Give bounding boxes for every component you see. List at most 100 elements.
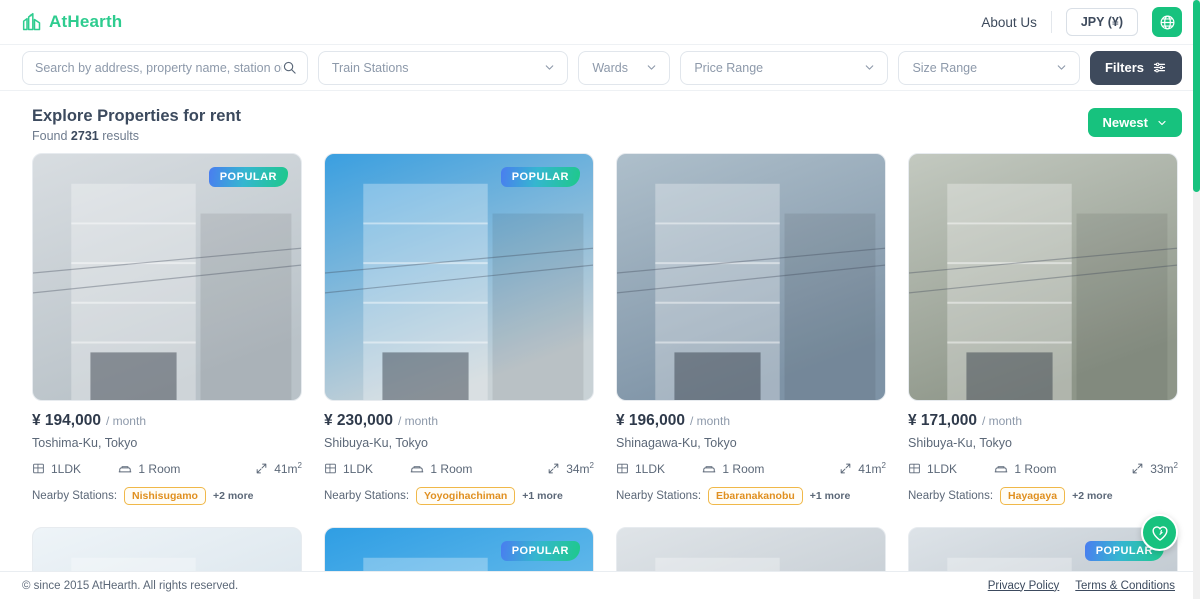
wards-select[interactable]: Wards [578, 50, 671, 85]
spec-layout: 1LDK [32, 462, 81, 476]
privacy-policy-link[interactable]: Privacy Policy [988, 580, 1060, 592]
station-tag[interactable]: Yoyogihachiman [416, 487, 516, 506]
property-card[interactable]: ¥ 196,000/ month Shinagawa-Ku, Tokyo 1LDK 1… [616, 153, 886, 506]
property-stations: Nearby Stations: Ebaranakanobu +1 more [616, 487, 886, 506]
spec-layout: 1LDK [324, 462, 373, 476]
resize-arrows-icon [1132, 463, 1143, 474]
property-photo [33, 154, 301, 401]
station-more-link[interactable]: +1 more [810, 490, 851, 502]
site-header: AtHearth About Us JPY (¥) [0, 0, 1200, 44]
popular-badge: POPULAR [208, 167, 288, 188]
sort-dropdown-button[interactable]: Newest [1088, 108, 1182, 137]
station-more-link[interactable]: +1 more [522, 490, 563, 502]
price-period: / month [105, 414, 146, 429]
price-period: / month [397, 414, 438, 429]
property-image[interactable] [908, 153, 1178, 402]
property-price: ¥ 194,000 / month [32, 412, 302, 430]
property-image[interactable]: POPULAR [324, 153, 594, 402]
header-divider [1050, 11, 1052, 33]
floorplan-icon [325, 463, 336, 474]
size-range-label: Size Range [912, 60, 978, 75]
price-value: ¥ 171,000 [908, 412, 977, 430]
property-card[interactable]: ¥ 171,000 / month Shibuya-Ku, Tokyo 1LDK 1 R… [908, 153, 1178, 506]
bed-icon [703, 465, 716, 473]
property-photo [325, 154, 593, 401]
rooms-value: 1 Room [1014, 461, 1057, 476]
property-stations: Nearby Stations: Yoyogihachiman +1 more [324, 487, 594, 506]
favorites-fab-button[interactable] [1141, 514, 1178, 551]
size-range-select[interactable]: Size Range [898, 50, 1080, 85]
spec-rooms: 1 Room [994, 462, 1056, 476]
property-photo [617, 154, 885, 401]
footer-links: Privacy Policy Terms & Conditions [988, 580, 1175, 592]
property-card[interactable]: POPULAR ¥ 194,000 / month Toshima-Ku, Tokyo… [32, 153, 302, 506]
property-card[interactable]: POPULAR ¥ 230,000 / month Shibuya-Ku, Tokyo… [324, 153, 594, 506]
bed-icon [411, 465, 424, 473]
spec-layout: 1LDK [616, 462, 665, 476]
station-more-link[interactable]: +2 more [213, 490, 254, 502]
price-range-label: Price Range [694, 60, 764, 75]
property-location: Shinagawa-Ku, Tokyo [616, 436, 737, 451]
rooms-value: 1 Room [138, 461, 181, 476]
site-footer: © since 2015 AtHearth. All rights reserv… [0, 571, 1193, 599]
page-scrollbar-track[interactable] [1193, 0, 1200, 599]
rooms-value: 1 Room [430, 461, 473, 476]
property-specs: 1LDK 1 Room 33m2 [908, 461, 1178, 476]
results-header: Explore Properties for rent Found 2731 r… [0, 91, 1200, 154]
header-actions: About Us JPY (¥) [981, 7, 1182, 37]
page-title: Explore Properties for rent [32, 107, 242, 125]
train-stations-label: Train Stations [331, 60, 409, 75]
nearby-stations-label: Nearby Stations: [616, 490, 702, 503]
floorplan-icon [617, 463, 628, 474]
property-specs: 1LDK 1 Room 34m2 [324, 461, 594, 476]
train-stations-select[interactable]: Train Stations [317, 50, 569, 85]
filters-button[interactable]: Filters [1089, 50, 1182, 85]
property-location: Shibuya-Ku, Tokyo [324, 436, 428, 451]
station-tag[interactable]: Hayagaya [1000, 487, 1066, 506]
search-box[interactable] [22, 50, 308, 85]
resize-arrows-icon [256, 463, 267, 474]
price-period: / month [689, 414, 730, 429]
page-scrollbar-thumb[interactable] [1193, 0, 1200, 192]
chevron-down-icon [866, 65, 874, 70]
search-icon[interactable] [282, 60, 297, 75]
logo[interactable]: AtHearth [22, 12, 122, 32]
price-period: / month [981, 414, 1022, 429]
found-suffix: results [98, 129, 140, 144]
layout-value: 1LDK [343, 461, 374, 476]
chevron-down-icon [546, 65, 554, 70]
result-count-value: 2731 [70, 129, 99, 144]
results-count: Found 2731 results [32, 129, 241, 143]
floorplan-icon [33, 463, 44, 474]
property-price: ¥ 230,000 / month [324, 412, 594, 430]
popular-badge: POPULAR [500, 167, 580, 188]
property-image[interactable] [616, 153, 886, 402]
logo-text: AtHearth [49, 12, 123, 31]
property-image[interactable]: POPULAR [32, 153, 302, 402]
station-tag[interactable]: Nishisugamo [124, 487, 206, 506]
popular-badge: POPULAR [500, 541, 580, 562]
copyright-text: © since 2015 AtHearth. All rights reserv… [22, 579, 239, 592]
property-stations: Nearby Stations: Hayagaya +2 more [908, 487, 1178, 506]
sliders-icon [1153, 62, 1166, 73]
property-specs: 1LDK 1 Room 41m2 [616, 461, 886, 476]
station-more-link[interactable]: +2 more [1072, 490, 1113, 502]
size-value: 34m2 [566, 461, 594, 477]
chevron-down-icon [1057, 65, 1066, 70]
property-location: Shibuya-Ku, Tokyo [908, 436, 1012, 451]
size-value: 41m2 [858, 461, 886, 477]
spec-size: 34m2 [547, 461, 594, 476]
rooms-value: 1 Room [722, 461, 765, 476]
globe-icon [1160, 15, 1174, 29]
price-range-select[interactable]: Price Range [680, 50, 889, 85]
terms-conditions-link[interactable]: Terms & Conditions [1075, 580, 1175, 592]
station-tag[interactable]: Ebaranakanobu [708, 487, 803, 506]
search-input[interactable] [35, 60, 282, 75]
filters-button-label: Filters [1104, 60, 1144, 75]
currency-selector-button[interactable]: JPY (¥) [1065, 8, 1138, 36]
property-photo [909, 154, 1177, 401]
about-us-link[interactable]: About Us [981, 15, 1037, 30]
spec-rooms: 1 Room [118, 462, 180, 476]
language-globe-button[interactable] [1152, 7, 1182, 37]
results-scroll-area[interactable]: Explore Properties for rent Found 2731 r… [0, 91, 1200, 599]
